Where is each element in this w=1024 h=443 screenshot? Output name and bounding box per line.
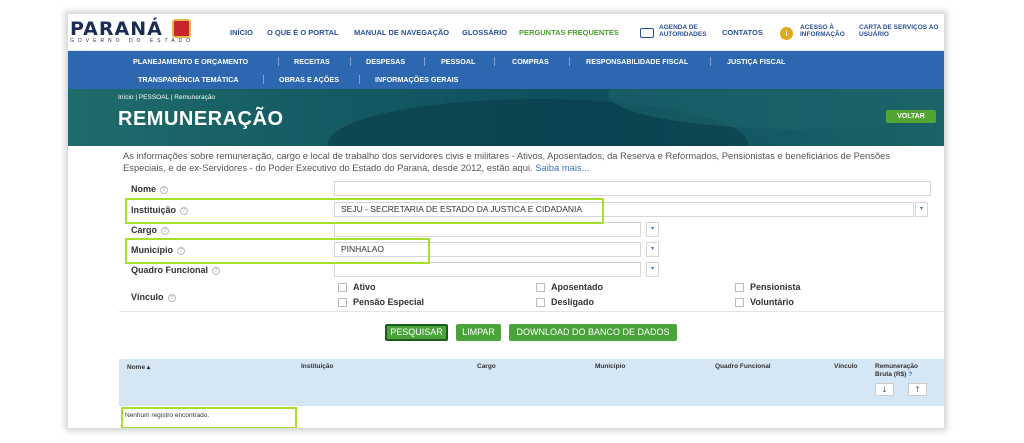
menu-divider	[424, 57, 425, 66]
col-remuneracao[interactable]: Remuneração Bruta (R$) ?	[875, 363, 935, 379]
top-bar: PARANÁ GOVERNO DO ESTADO INÍCIO O QUE É …	[68, 14, 944, 51]
col-nome[interactable]: Nome ▴	[127, 363, 150, 371]
nav-inicio[interactable]: INÍCIO	[230, 28, 253, 37]
nav-manual[interactable]: MANUAL DE NAVEGAÇÃO	[354, 28, 449, 37]
saiba-mais-link[interactable]: Saiba mais...	[535, 162, 589, 173]
breadcrumb[interactable]: Início | PESSOAL | Remuneração	[118, 94, 215, 101]
menu-despesas[interactable]: DESPESAS	[366, 57, 405, 66]
checkbox-voluntario[interactable]: Voluntário	[735, 297, 794, 307]
intro-paragraph: As informações sobre remuneração, cargo …	[123, 150, 935, 174]
nav-o-que-e[interactable]: O QUE É O PORTAL	[267, 28, 339, 37]
info-icon: i	[780, 27, 793, 40]
quadro-label-text: Quadro Funcional	[131, 265, 209, 275]
voltar-button[interactable]: VOLTAR	[886, 110, 936, 123]
nome-label: Nome?	[131, 184, 169, 194]
checkbox-label: Aposentado	[551, 282, 604, 292]
sort-asc-icon: ▴	[146, 364, 151, 371]
chevron-down-icon[interactable]: ▾	[646, 242, 659, 257]
checkbox-desligado[interactable]: Desligado	[536, 297, 594, 307]
nav-glossario[interactable]: GLOSSÁRIO	[462, 28, 507, 37]
vinculo-label: Vínculo?	[131, 292, 176, 302]
checkbox-label: Desligado	[551, 297, 595, 307]
checkbox-ativo[interactable]: Ativo	[338, 282, 376, 292]
menu-compras[interactable]: COMPRAS	[512, 57, 549, 66]
pesquisar-button[interactable]: PESQUISAR	[385, 324, 448, 341]
menu-responsabilidade-fiscal[interactable]: RESPONSABILIDADE FISCAL	[586, 57, 688, 66]
checkbox-label: Pensão Especial	[353, 297, 425, 307]
menu-receitas[interactable]: RECEITAS	[294, 57, 330, 66]
sort-up-button[interactable]: 🡑	[908, 383, 927, 396]
menu-divider	[350, 57, 351, 66]
checkbox-aposentado[interactable]: Aposentado	[536, 282, 603, 292]
download-banco-dados-button[interactable]: DOWNLOAD DO BANCO DE DADOS	[509, 324, 677, 341]
logo-subtitle: GOVERNO DO ESTADO	[70, 38, 195, 44]
nav-acesso-informacao[interactable]: ACESSO À INFORMAÇÃO	[800, 24, 850, 38]
instituicao-highlight-box	[125, 198, 604, 224]
checkbox-pensionista[interactable]: Pensionista	[735, 282, 801, 292]
chevron-down-icon[interactable]: ▾	[646, 222, 659, 237]
empty-result-message: Nenhum registro encontrado.	[125, 412, 210, 419]
checkbox-box[interactable]	[735, 282, 744, 292]
form-divider	[119, 311, 944, 312]
nome-input[interactable]	[334, 181, 931, 196]
limpar-button[interactable]: LIMPAR	[456, 324, 501, 341]
help-icon[interactable]: ?	[908, 371, 912, 378]
menu-divider	[494, 57, 495, 66]
menu-justica-fiscal[interactable]: JUSTIÇA FISCAL	[727, 57, 785, 66]
checkbox-label: Pensionista	[750, 282, 801, 292]
col-nome-label: Nome	[127, 364, 146, 371]
checkbox-label: Voluntário	[750, 297, 794, 307]
page-header-banner: Início | PESSOAL | Remuneração REMUNERAÇ…	[68, 89, 944, 146]
nav-contatos[interactable]: CONTATOS	[722, 28, 763, 37]
intro-text: As informações sobre remuneração, cargo …	[123, 150, 891, 173]
menu-divider	[278, 57, 279, 66]
quadro-funcional-select[interactable]	[334, 262, 641, 277]
menu-divider	[359, 75, 360, 84]
cargo-label: Cargo?	[131, 225, 170, 235]
col-quadro-funcional[interactable]: Quadro Funcional	[715, 363, 771, 370]
chevron-down-icon[interactable]: ▾	[646, 262, 659, 277]
nav-perguntas[interactable]: PERGUNTAS FREQUENTES	[519, 28, 619, 37]
col-instituicao[interactable]: Instituição	[301, 363, 334, 370]
menu-divider	[569, 57, 570, 66]
municipio-highlight-box	[125, 238, 430, 264]
checkbox-pensao-especial[interactable]: Pensão Especial	[338, 297, 424, 307]
browser-screenshot: PARANÁ GOVERNO DO ESTADO INÍCIO O QUE É …	[68, 14, 944, 428]
nav-carta-servicos[interactable]: CARTA DE SERVIÇOS AO USUÁRIO	[859, 24, 941, 38]
checkbox-box[interactable]	[338, 297, 347, 307]
cargo-label-text: Cargo	[131, 225, 158, 235]
col-municipio[interactable]: Município	[595, 363, 625, 370]
menu-obras-acoes[interactable]: OBRAS E AÇÕES	[279, 75, 339, 84]
col-vinculo[interactable]: Vínculo	[834, 363, 857, 370]
checkbox-box[interactable]	[735, 297, 744, 307]
help-icon[interactable]: ?	[160, 185, 169, 194]
menu-divider	[263, 75, 264, 84]
coat-of-arms-icon	[172, 19, 191, 38]
menu-divider	[710, 57, 711, 66]
menu-pessoal[interactable]: PESSOAL	[441, 57, 475, 66]
calendar-icon	[640, 28, 654, 38]
help-icon[interactable]: ?	[167, 293, 176, 302]
checkbox-box[interactable]	[536, 282, 545, 292]
col-cargo[interactable]: Cargo	[477, 363, 496, 370]
results-table-header: Nome ▴ Instituição Cargo Município Quadr…	[119, 359, 944, 406]
nav-agenda[interactable]: AGENDA DE AUTORIDADES	[659, 24, 711, 38]
help-icon[interactable]: ?	[212, 266, 221, 275]
chevron-down-icon[interactable]: ▾	[915, 202, 928, 217]
checkbox-box[interactable]	[536, 297, 545, 307]
menu-planejamento[interactable]: PLANEJAMENTO E ORÇAMENTO	[133, 57, 248, 66]
nome-label-text: Nome	[131, 184, 157, 194]
menu-transparencia-tematica[interactable]: TRANSPARÊNCIA TEMÁTICA	[138, 75, 239, 84]
cargo-select[interactable]	[334, 222, 641, 237]
page-title: REMUNERAÇÃO	[118, 108, 284, 130]
checkbox-box[interactable]	[338, 282, 347, 292]
sort-down-button[interactable]: 🡓	[875, 383, 894, 396]
vinculo-label-text: Vínculo	[131, 292, 164, 302]
main-menu: PLANEJAMENTO E ORÇAMENTO RECEITAS DESPES…	[68, 51, 944, 89]
checkbox-label: Ativo	[353, 282, 376, 292]
menu-informacoes-gerais[interactable]: INFORMAÇÕES GERAIS	[375, 75, 458, 84]
quadro-funcional-label: Quadro Funcional?	[131, 265, 221, 275]
help-icon[interactable]: ?	[161, 226, 170, 235]
